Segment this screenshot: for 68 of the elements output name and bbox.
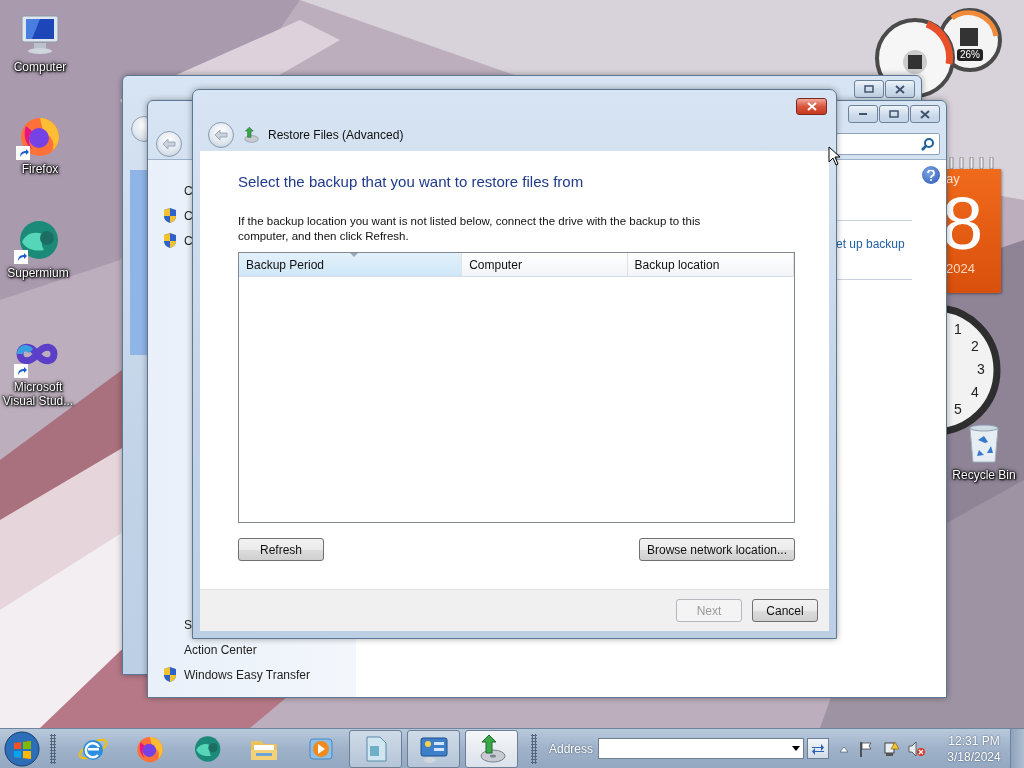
back-button[interactable]: [208, 121, 234, 148]
help-icon[interactable]: [922, 166, 940, 184]
search-icon: [921, 137, 935, 151]
sidebar-link[interactable]: C: [184, 233, 193, 248]
calendar-year: 2024: [946, 261, 976, 277]
clock-date: 3/18/2024: [947, 748, 1001, 765]
restore-button[interactable]: [854, 80, 884, 98]
close-button[interactable]: [910, 105, 940, 123]
close-button[interactable]: [885, 80, 915, 98]
clock-time: 12:31 PM: [948, 732, 1000, 749]
close-icon: [895, 84, 905, 94]
network-warning-icon[interactable]: [883, 740, 900, 757]
back-arrow-icon: [162, 138, 176, 150]
go-button[interactable]: [807, 738, 830, 759]
close-button[interactable]: [796, 98, 827, 115]
desktop-icon-label[interactable]: Recycle Bin: [952, 468, 1016, 482]
calendar-weekday: ay: [946, 171, 961, 187]
address-label: Address: [549, 741, 594, 756]
clock-numeral: 1: [954, 321, 962, 338]
column-header[interactable]: Backup Period: [239, 253, 463, 277]
clock-numeral: 5: [954, 400, 962, 417]
clock-numeral: 4: [970, 384, 979, 400]
instruction-text: If the backup location you want is not listed below, connect the drive with the backup to this computer, and then click Refresh.: [238, 214, 702, 244]
back-button[interactable]: [156, 131, 182, 157]
restore-icon: [864, 85, 874, 93]
refresh-button[interactable]: Refresh: [238, 538, 324, 561]
column-header[interactable]: Computer: [462, 253, 628, 277]
back-button[interactable]: [131, 116, 147, 142]
sidebar-link[interactable]: S: [184, 617, 192, 632]
clock-numeral: 3: [977, 361, 985, 377]
swap-arrows-icon: [811, 742, 826, 755]
minimize-icon: [858, 112, 868, 116]
close-icon: [806, 102, 817, 111]
restore-icon: [889, 110, 899, 118]
search-field[interactable]: [836, 133, 940, 155]
clock-numeral: 2: [970, 338, 979, 354]
taskbar-button[interactable]: [407, 729, 460, 768]
cpu-reading: 26%: [960, 49, 980, 60]
dialog-title: Restore Files (Advanced): [268, 127, 404, 142]
address-field[interactable]: [598, 738, 805, 759]
muted-speaker-icon[interactable]: [908, 740, 927, 757]
sidebar-link[interactable]: Action Center: [184, 642, 257, 657]
setup-backup-link[interactable]: et up backup: [836, 237, 912, 251]
minimize-button[interactable]: [848, 105, 878, 123]
close-icon: [920, 109, 930, 119]
backup-list[interactable]: Backup Period Computer Backup location: [238, 252, 795, 523]
shield-icon: [162, 666, 178, 683]
shield-icon: [162, 207, 178, 224]
sidebar-link[interactable]: Windows Easy Transfer: [184, 667, 311, 682]
dropdown-arrow-icon[interactable]: [792, 746, 801, 751]
column-header[interactable]: Backup location: [627, 253, 794, 277]
show-desktop-button[interactable]: [1010, 728, 1024, 768]
sidebar-link[interactable]: C: [184, 208, 193, 223]
browse-button[interactable]: Browse network location...: [639, 538, 795, 561]
taskbar-button[interactable]: [349, 729, 402, 768]
start-button[interactable]: [2, 729, 42, 768]
calendar-day: 8: [942, 187, 1001, 261]
shield-icon: [162, 232, 178, 249]
dialog-heading: Select the backup that you want to restore files from: [238, 173, 585, 190]
backup-icon: [242, 125, 260, 144]
taskbar-button[interactable]: [465, 729, 518, 768]
flag-icon[interactable]: [858, 740, 875, 757]
restore-button[interactable]: [879, 105, 909, 123]
cancel-button[interactable]: Cancel: [752, 599, 818, 622]
sidebar-link[interactable]: C: [184, 183, 193, 198]
show-hidden-icons-icon[interactable]: [839, 744, 850, 753]
back-arrow-icon: [214, 128, 228, 141]
sort-arrow-icon: [350, 253, 359, 257]
